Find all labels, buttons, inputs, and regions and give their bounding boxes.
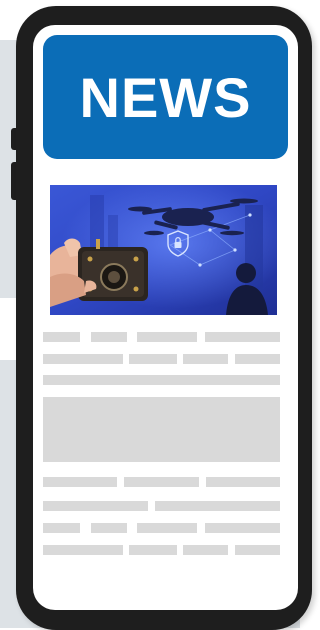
placeholder-line (205, 523, 280, 533)
placeholder-line (205, 332, 280, 342)
placeholder-line (91, 523, 127, 533)
placeholder-line (43, 375, 280, 385)
placeholder-line (235, 545, 280, 555)
placeholder-line (137, 523, 197, 533)
hero-image[interactable] (50, 185, 277, 315)
news-title: NEWS (79, 65, 252, 129)
hero-illustration (50, 185, 277, 315)
placeholder-line (124, 477, 199, 487)
placeholder-line (129, 354, 177, 364)
news-banner[interactable]: NEWS (43, 35, 288, 159)
handheld-device (50, 238, 148, 307)
phone-screen: NEWS (33, 25, 298, 610)
placeholder-line (91, 332, 127, 342)
placeholder-line (155, 501, 280, 511)
placeholder-line (43, 332, 80, 342)
placeholder-line (183, 354, 228, 364)
placeholder-image-block (43, 397, 280, 462)
placeholder-line (43, 477, 117, 487)
placeholder-line (129, 545, 177, 555)
placeholder-line (137, 332, 197, 342)
placeholder-line (183, 545, 228, 555)
placeholder-line (235, 354, 280, 364)
placeholder-line (43, 523, 80, 533)
placeholder-line (206, 477, 280, 487)
placeholder-line (43, 545, 123, 555)
placeholder-line (43, 354, 123, 364)
placeholder-line (43, 501, 148, 511)
